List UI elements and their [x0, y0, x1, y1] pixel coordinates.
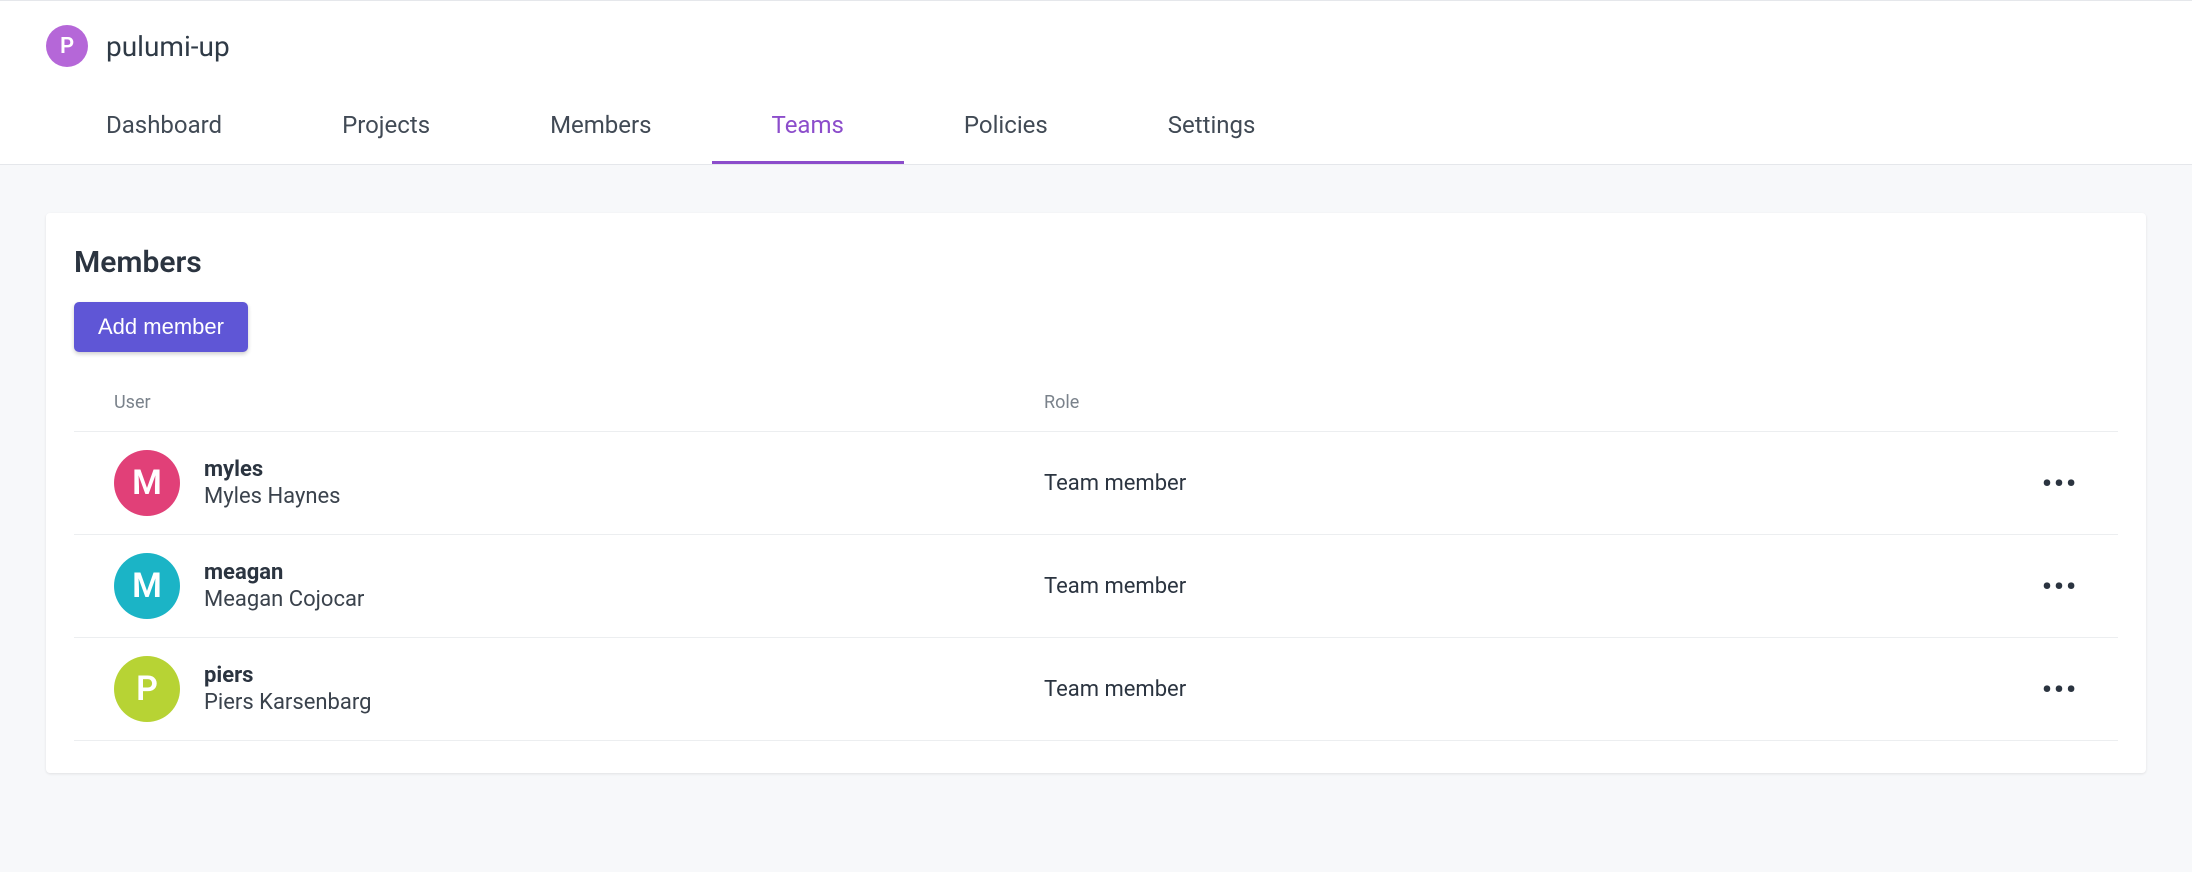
- user-avatar: M: [114, 553, 180, 619]
- user-cell[interactable]: MmylesMyles Haynes: [114, 450, 1044, 516]
- tab-settings[interactable]: Settings: [1108, 91, 1316, 164]
- user-cell[interactable]: PpiersPiers Karsenbarg: [114, 656, 1044, 722]
- role: Team member: [1044, 471, 1998, 496]
- role: Team member: [1044, 574, 1998, 599]
- table-row: PpiersPiers KarsenbargTeam member•••: [74, 637, 2118, 741]
- tab-teams[interactable]: Teams: [712, 91, 904, 164]
- row-actions-icon[interactable]: •••: [1998, 570, 2078, 603]
- section-title: Members: [74, 245, 2118, 280]
- username: meagan: [204, 560, 364, 585]
- username: piers: [204, 663, 371, 688]
- role: Team member: [1044, 677, 1998, 702]
- add-member-button[interactable]: Add member: [74, 302, 248, 352]
- fullname: Myles Haynes: [204, 484, 341, 509]
- row-actions-icon[interactable]: •••: [1998, 467, 2078, 500]
- user-avatar: P: [114, 656, 180, 722]
- user-avatar: M: [114, 450, 180, 516]
- col-role: Role: [1044, 392, 1998, 413]
- fullname: Meagan Cojocar: [204, 587, 364, 612]
- username: myles: [204, 457, 341, 482]
- row-actions-icon[interactable]: •••: [1998, 673, 2078, 706]
- fullname: Piers Karsenbarg: [204, 690, 371, 715]
- tab-projects[interactable]: Projects: [282, 91, 490, 164]
- table-row: MmeaganMeagan CojocarTeam member•••: [74, 534, 2118, 637]
- table-row: MmylesMyles HaynesTeam member•••: [74, 431, 2118, 534]
- tab-members[interactable]: Members: [490, 91, 711, 164]
- org-name: pulumi-up: [106, 30, 230, 63]
- tab-dashboard[interactable]: Dashboard: [46, 91, 282, 164]
- table-header: User Role: [74, 374, 2118, 431]
- tab-policies[interactable]: Policies: [904, 91, 1108, 164]
- members-card: Members Add member User Role MmylesMyles…: [46, 213, 2146, 773]
- org-header: P pulumi-up: [0, 1, 2192, 91]
- user-cell[interactable]: MmeaganMeagan Cojocar: [114, 553, 1044, 619]
- nav-tabs: DashboardProjectsMembersTeamsPoliciesSet…: [0, 91, 2192, 164]
- col-user: User: [114, 392, 1044, 413]
- org-avatar: P: [46, 25, 88, 67]
